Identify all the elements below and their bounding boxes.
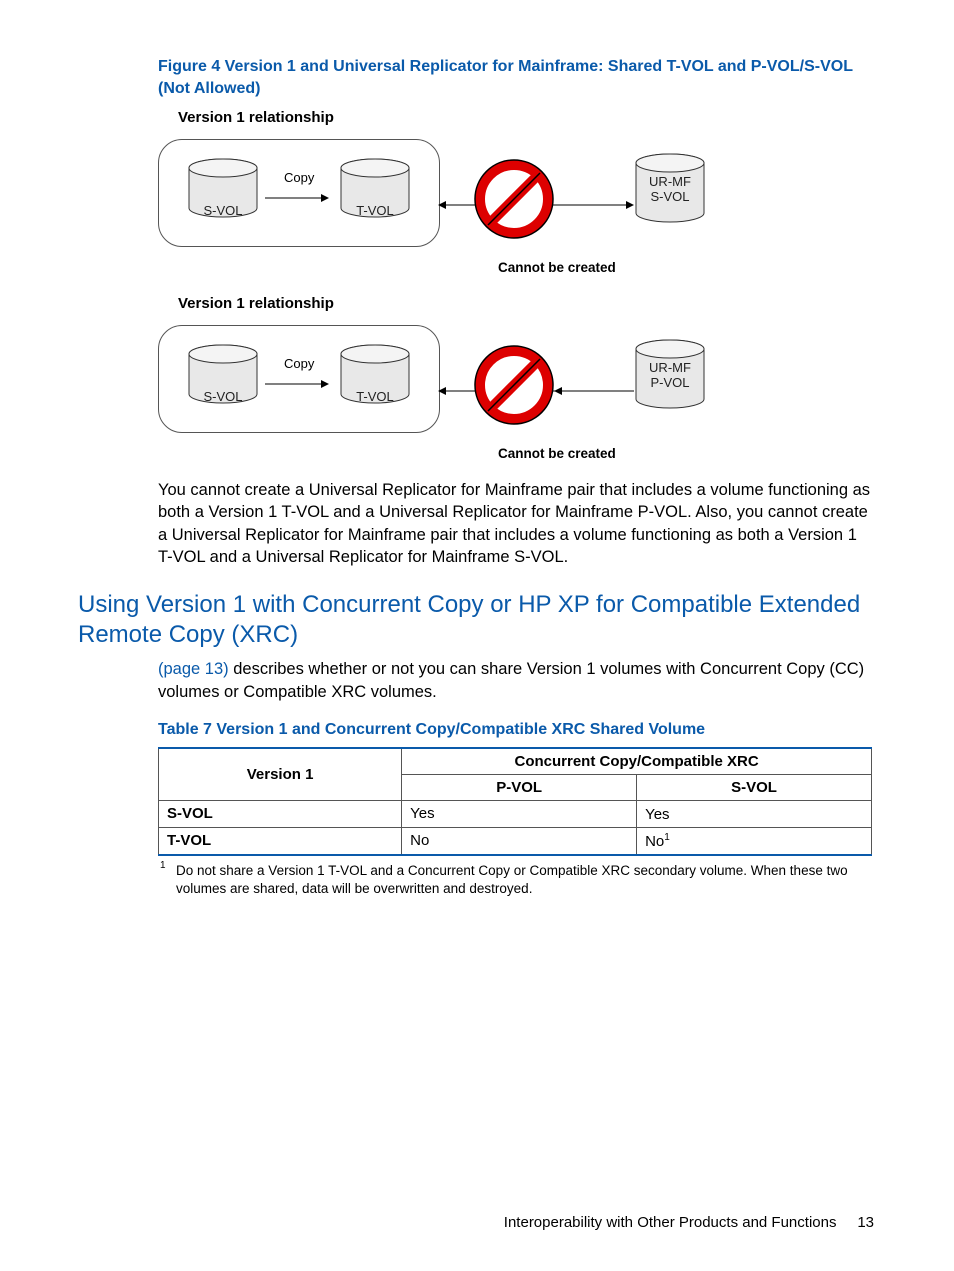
section-heading: Using Version 1 with Concurrent Copy or … [78,590,874,650]
cannot-created-1: Cannot be created [498,260,874,275]
cannot-created-2: Cannot be created [498,446,874,461]
shared-volume-table: Version 1 Concurrent Copy/Compatible XRC… [158,747,872,856]
svol-label-2: S-VOL [185,389,261,404]
cylinder-svol-2: S-VOL [185,344,261,414]
relationship-title-1: Version 1 relationship [178,109,874,126]
cell-pvol: No [402,827,637,855]
version1-group-2: S-VOL Copy T-VOL [158,325,440,433]
prohibited-icon [474,159,554,239]
table-row: S-VOL Yes Yes [159,800,872,827]
diagram-row-2: S-VOL Copy T-VOL [158,314,874,444]
diagram-row-1: S-VOL Copy T-VOL [158,128,874,258]
footnote-text: Do not share a Version 1 T-VOL and a Con… [176,863,848,896]
arrow-copy-icon [265,190,329,200]
cylinder-tvol: T-VOL [337,158,413,228]
copy-label-2: Copy [284,356,314,371]
urmf-pvol-label: UR-MFP-VOL [632,361,708,391]
table-row: T-VOL No No1 [159,827,872,855]
page-footer: Interoperability with Other Products and… [504,1214,874,1231]
body-paragraph-1: You cannot create a Universal Replicator… [158,479,874,568]
cylinder-urmf-pvol: UR-MFP-VOL [632,339,708,419]
cylinder-tvol-2: T-VOL [337,344,413,414]
arrow-long-left2-icon [554,383,634,393]
relationship-title-2: Version 1 relationship [178,295,874,312]
cylinder-svol: S-VOL [185,158,261,228]
body-paragraph-2: (page 13) describes whether or not you c… [158,658,874,703]
cell-pvol: Yes [402,800,637,827]
footer-section: Interoperability with Other Products and… [504,1214,837,1231]
page-link[interactable]: (page 13) [158,660,229,678]
th-svol: S-VOL [637,774,872,800]
row-label: T-VOL [159,827,402,855]
table-caption: Table 7 Version 1 and Concurrent Copy/Co… [158,721,874,739]
table-footnote: 1 Do not share a Version 1 T-VOL and a C… [158,862,874,898]
paragraph-2-rest: describes whether or not you can share V… [158,660,864,700]
th-version1: Version 1 [159,748,402,801]
svol-label: S-VOL [185,203,261,218]
figure-diagram: Version 1 relationship S-VOL Copy T-VOL [158,109,874,461]
th-cc-xrc: Concurrent Copy/Compatible XRC [402,748,872,775]
cell-svol: Yes [637,800,872,827]
prohibited-icon-2 [474,345,554,425]
copy-label: Copy [284,170,314,185]
footnote-number: 1 [160,859,166,873]
th-pvol: P-VOL [402,774,637,800]
cell-svol: No1 [637,827,872,855]
footer-page-number: 13 [857,1214,874,1231]
figure-caption: Figure 4 Version 1 and Universal Replica… [158,56,874,99]
version1-group: S-VOL Copy T-VOL [158,139,440,247]
row-label: S-VOL [159,800,402,827]
tvol-label-2: T-VOL [337,389,413,404]
arrow-copy-icon-2 [265,376,329,386]
arrow-long-right-icon [554,197,634,207]
urmf-svol-label: UR-MFS-VOL [632,175,708,205]
tvol-label: T-VOL [337,203,413,218]
cylinder-urmf-svol: UR-MFS-VOL [632,153,708,233]
